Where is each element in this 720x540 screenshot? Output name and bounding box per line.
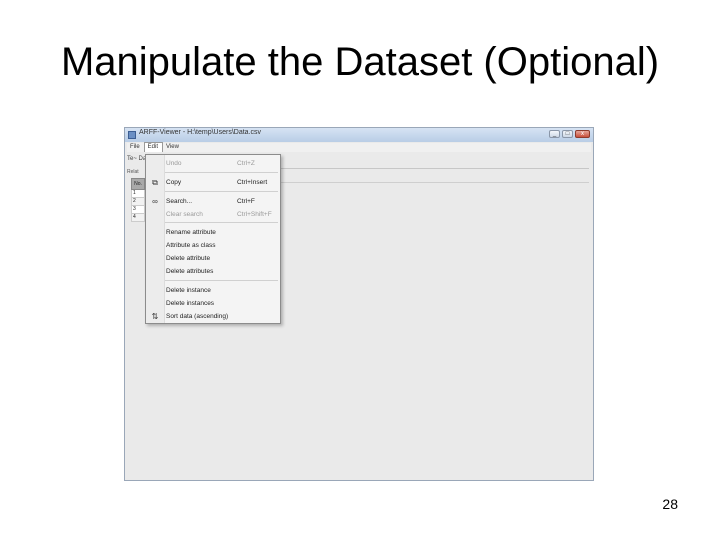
menu-file[interactable]: File [127, 143, 144, 152]
slide-title: Manipulate the Dataset (Optional) [60, 40, 660, 84]
menu-item-search[interactable]: ∞ Search... Ctrl+F [146, 196, 280, 207]
menu-bar: File Edit View [127, 142, 591, 152]
table-row[interactable]: 1 [131, 190, 145, 198]
menu-item-shortcut: Ctrl+Insert [237, 179, 268, 186]
table-row[interactable]: 4 [131, 214, 145, 222]
sort-az-icon: ⇅ [151, 312, 159, 321]
close-button[interactable]: x [575, 130, 590, 138]
column-header-no[interactable]: No. [131, 178, 145, 190]
menu-item-shortcut: Ctrl+Z [237, 160, 255, 167]
menu-item-sort-data[interactable]: ⇅ Sort data (ascending) [146, 311, 280, 322]
relation-header [279, 172, 589, 183]
menu-separator [165, 172, 278, 173]
menu-separator [165, 222, 278, 223]
minimize-button[interactable]: _ [549, 130, 560, 138]
app-icon [128, 131, 136, 139]
menu-item-copy[interactable]: ⧉ Copy Ctrl+Insert [146, 177, 280, 188]
menu-item-label: Delete instance [166, 287, 211, 294]
menu-item-label: Attribute as class [166, 242, 216, 249]
menu-item-undo[interactable]: Undo Ctrl+Z [146, 158, 280, 169]
relation-label: Relat [127, 169, 139, 175]
copy-icon: ⧉ [152, 178, 158, 187]
menu-edit[interactable]: Edit [143, 142, 164, 152]
menu-item-shortcut: Ctrl+F [237, 198, 255, 205]
menu-item-delete-instance[interactable]: Delete instance [146, 285, 280, 296]
menu-item-clear-search[interactable]: Clear search Ctrl+Shift+F [146, 209, 280, 220]
menu-item-label: Delete attribute [166, 255, 211, 262]
menu-item-label: Delete instances [166, 300, 215, 307]
menu-item-shortcut: Ctrl+Shift+F [237, 211, 272, 218]
table-row[interactable]: 3 [131, 206, 145, 214]
menu-item-label: Clear search [166, 211, 203, 218]
menu-item-label: Delete attributes [166, 268, 214, 275]
table-row[interactable]: 2 [131, 198, 145, 206]
edit-menu-dropdown: Undo Ctrl+Z ⧉ Copy Ctrl+Insert ∞ Search.… [145, 154, 281, 324]
menu-item-delete-attribute[interactable]: Delete attribute [146, 253, 280, 264]
menu-item-label: Copy [166, 179, 182, 186]
window-title: ARFF-Viewer - H:\temp\Users\Data.csv [139, 129, 262, 136]
menu-item-label: Undo [166, 160, 182, 167]
page-number: 28 [662, 496, 678, 512]
menu-item-delete-attributes[interactable]: Delete attributes [146, 266, 280, 277]
menu-item-label: Rename attribute [166, 229, 216, 236]
menu-separator [165, 191, 278, 192]
tab-strip [279, 156, 589, 169]
window-titlebar[interactable]: ARFF-Viewer - H:\temp\Users\Data.csv _ □… [125, 128, 593, 142]
menu-item-label: Sort data (ascending) [166, 313, 229, 320]
binoculars-icon: ∞ [152, 197, 158, 206]
menu-item-rename-attribute[interactable]: Rename attribute [146, 227, 280, 238]
menu-view[interactable]: View [163, 143, 183, 152]
menu-item-label: Search... [166, 198, 193, 205]
menu-item-delete-instances[interactable]: Delete instances [146, 298, 280, 309]
maximize-button[interactable]: □ [562, 130, 573, 138]
menu-item-attribute-as-class[interactable]: Attribute as class [146, 240, 280, 251]
row-number-column: No. 1 2 3 4 [131, 178, 145, 222]
menu-separator [165, 280, 278, 281]
